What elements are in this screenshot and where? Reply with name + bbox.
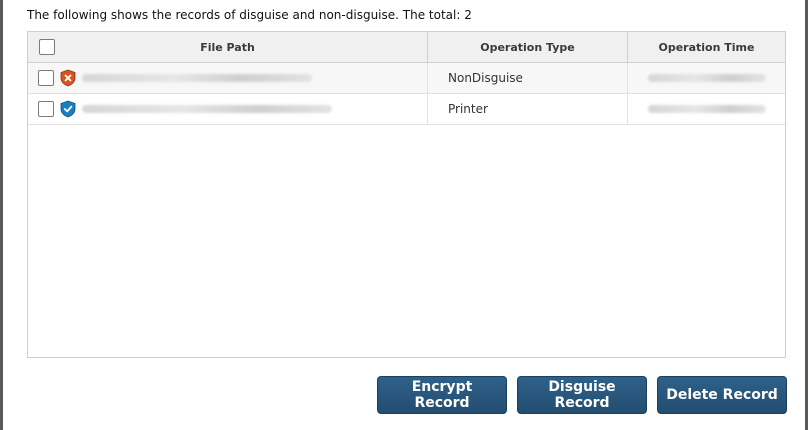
operation-time-redacted [648,105,766,113]
operation-time-redacted [648,74,766,82]
row-checkbox[interactable] [38,101,54,117]
file-path-cell [28,63,428,93]
disguise-record-button[interactable]: Disguise Record [517,376,647,414]
records-table: File Path Operation Type Operation Time … [27,31,786,358]
action-buttons: Encrypt Record Disguise Record Delete Re… [377,376,787,414]
header-operation-type[interactable]: Operation Type [428,32,628,62]
table-row[interactable]: NonDisguise [28,63,785,94]
records-summary: The following shows the records of disgu… [27,8,472,22]
operation-time-cell [628,63,785,93]
header-file-path: File Path [28,32,428,62]
file-path-cell [28,94,428,124]
header-operation-time[interactable]: Operation Time [628,32,785,62]
dialog-window: The following shows the records of disgu… [0,0,808,430]
operation-type-cell: NonDisguise [428,63,628,93]
delete-record-button[interactable]: Delete Record [657,376,787,414]
table-header: File Path Operation Type Operation Time [28,32,785,63]
table-row[interactable]: Printer [28,94,785,125]
operation-time-cell [628,94,785,124]
encrypt-record-button[interactable]: Encrypt Record [377,376,507,414]
shield-check-icon [60,100,76,118]
operation-type-cell: Printer [428,94,628,124]
header-file-path-label: File Path [200,40,255,54]
file-path-redacted [82,105,332,113]
row-checkbox[interactable] [38,70,54,86]
file-path-redacted [82,74,312,82]
select-all-checkbox[interactable] [39,39,55,55]
shield-x-icon [60,69,76,87]
